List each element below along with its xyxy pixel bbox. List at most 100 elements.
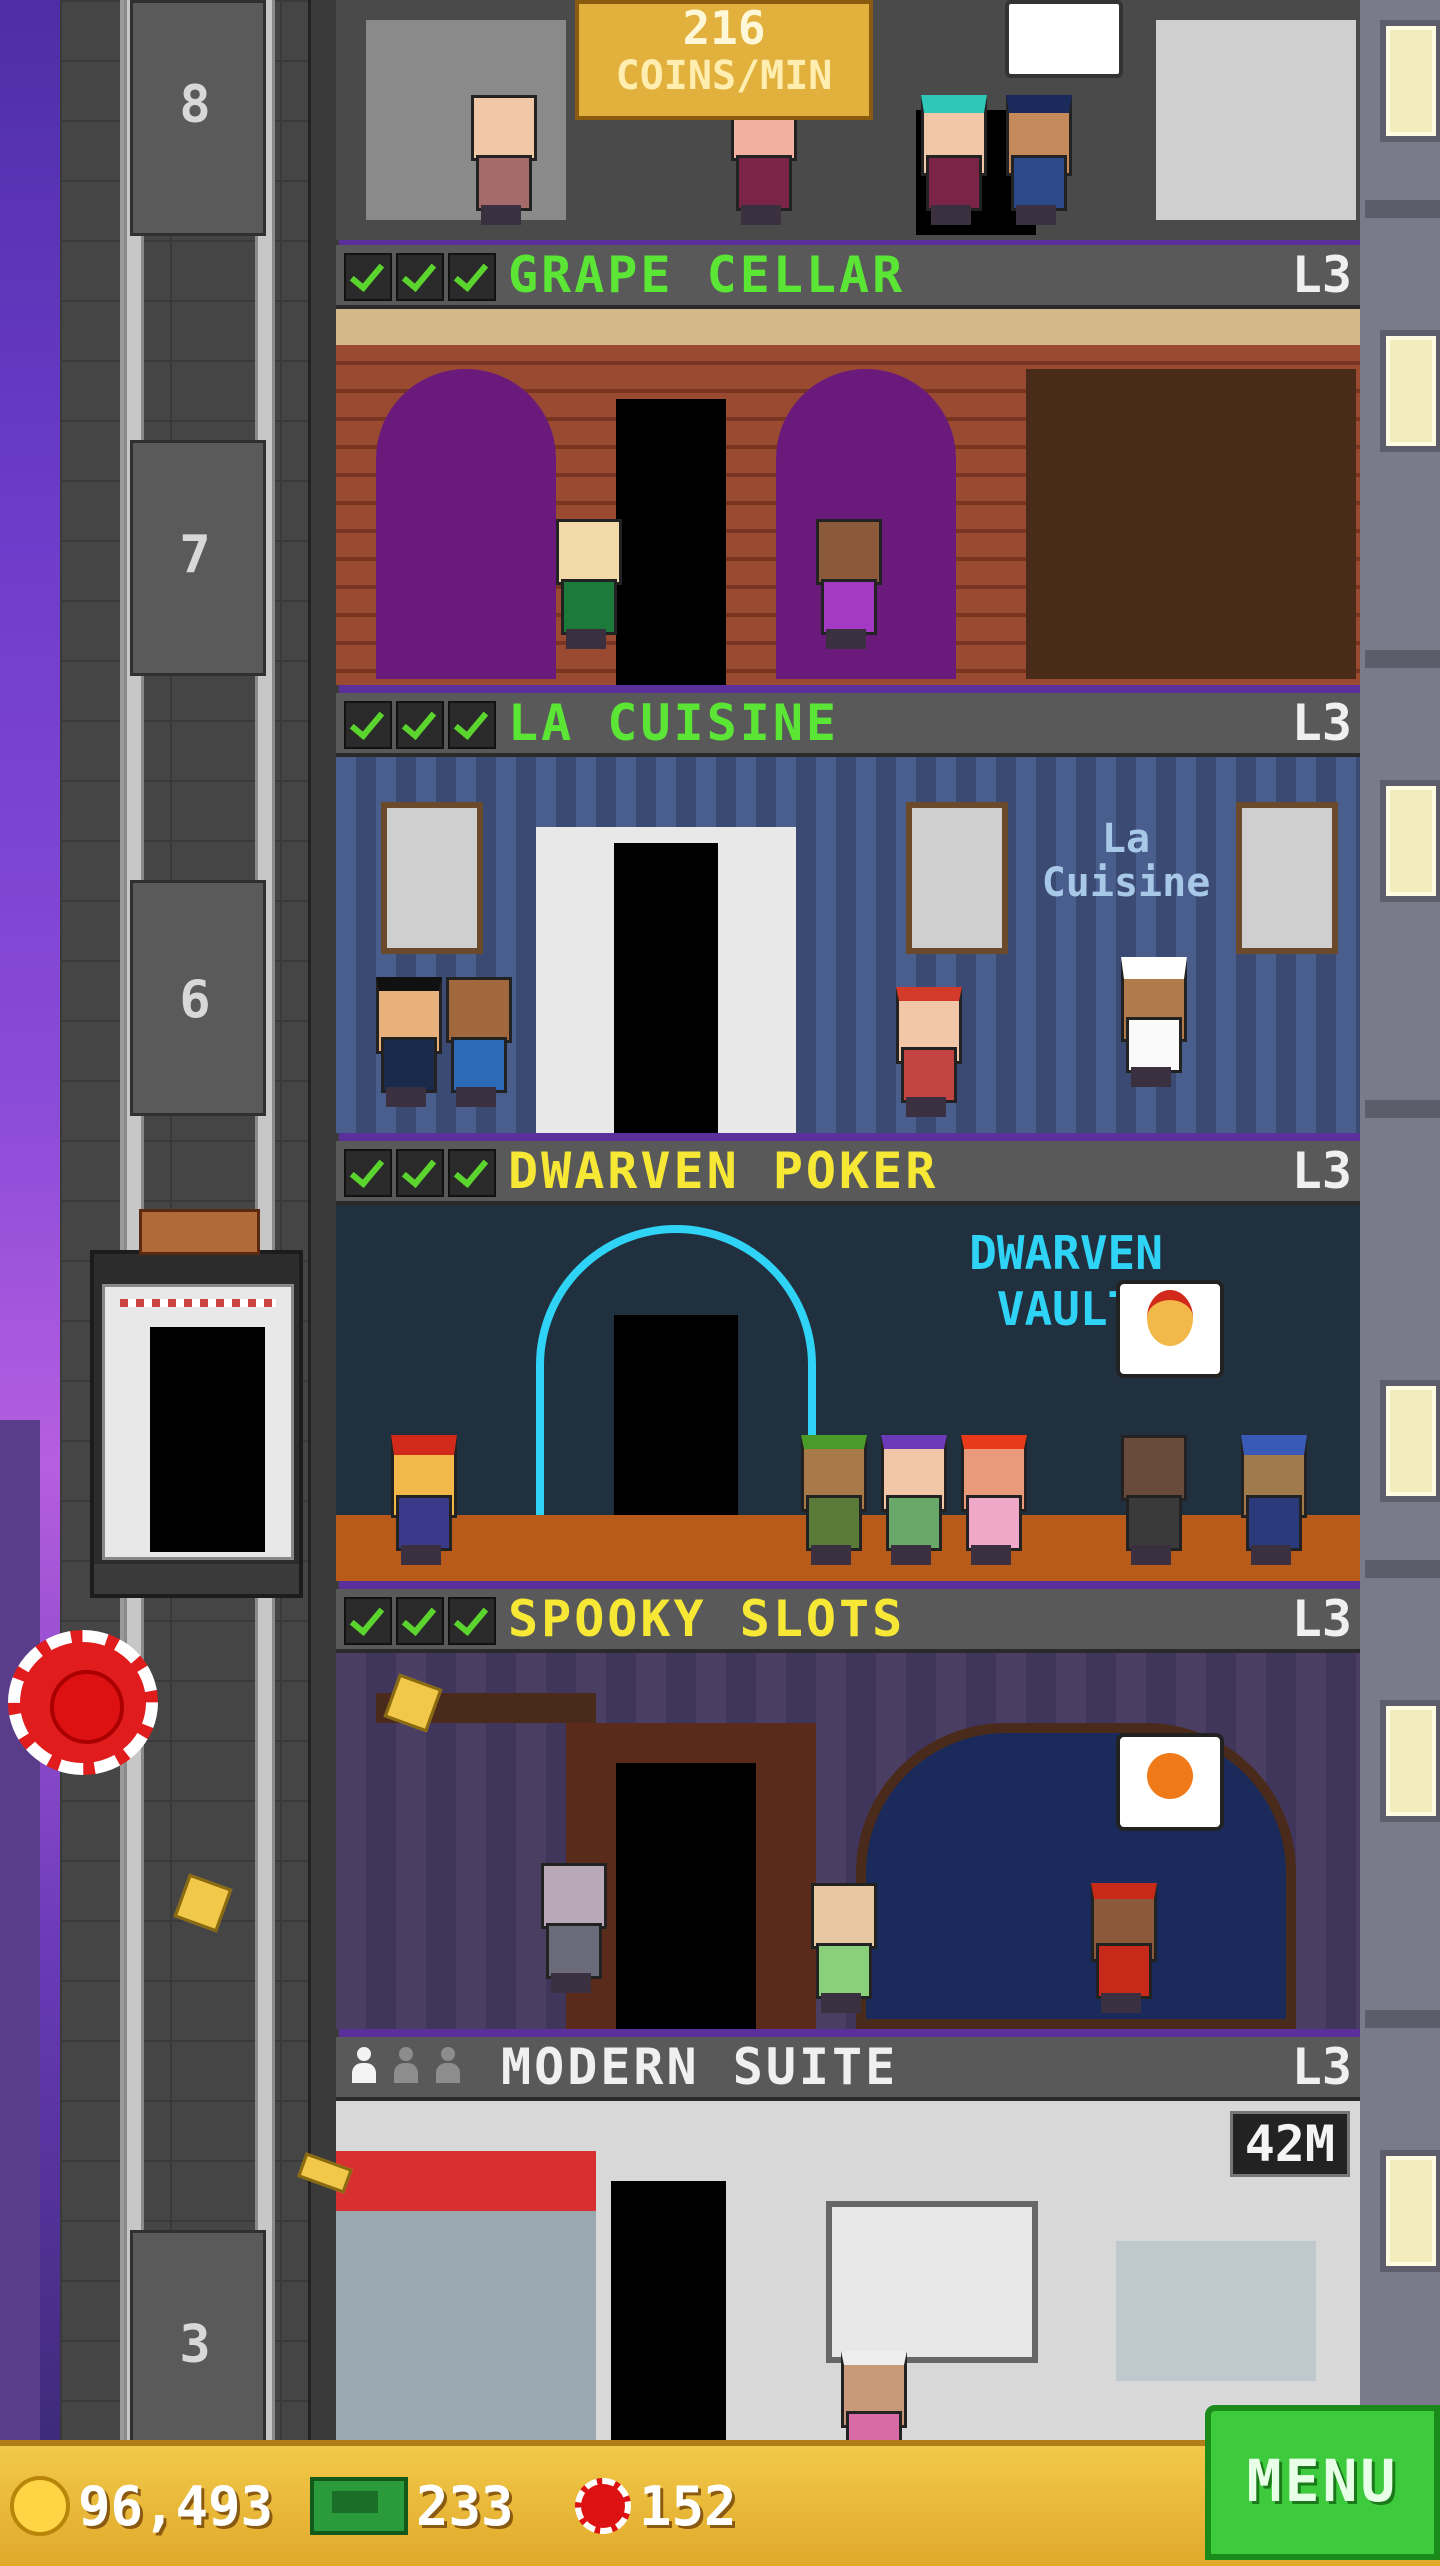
bitizen[interactable] bbox=[876, 1435, 947, 1565]
floor-label-bar: DWARVEN POKER L3 bbox=[336, 1141, 1360, 1205]
city-skyline bbox=[0, 1420, 40, 2440]
dwarf-icon bbox=[1147, 1290, 1193, 1346]
room-interior bbox=[336, 309, 1360, 685]
bitizen-wizard[interactable] bbox=[1236, 1435, 1307, 1565]
stock-checks bbox=[344, 701, 496, 749]
floor-level: L3 bbox=[1291, 1142, 1352, 1200]
floor-modern-suite[interactable]: MODERN SUITE L3 42M bbox=[336, 2037, 1360, 2481]
room-interior bbox=[336, 1653, 1360, 2029]
occupancy-indicator bbox=[348, 2043, 464, 2087]
exterior-ledge bbox=[1365, 1560, 1440, 1578]
exterior-window bbox=[1380, 780, 1440, 902]
red-panel bbox=[336, 2151, 596, 2211]
room-door bbox=[616, 1763, 756, 2029]
floor-level: L3 bbox=[1291, 1590, 1352, 1648]
coins-per-minute-value: 216 bbox=[682, 1, 766, 55]
elevator-door bbox=[150, 1327, 265, 1552]
bux-icon bbox=[310, 2477, 408, 2535]
price-tag: 42M bbox=[1229, 2111, 1350, 2177]
room-door bbox=[616, 399, 726, 685]
floor-name: MODERN SUITE bbox=[501, 2038, 899, 2096]
check-icon bbox=[448, 701, 496, 749]
elevator-cabin bbox=[102, 1284, 294, 1560]
floor-number: 3 bbox=[179, 2315, 211, 2375]
exterior-ledge bbox=[1365, 2010, 1440, 2028]
floor-name: SPOOKY SLOTS bbox=[508, 1590, 906, 1648]
room-interior: La Cuisine bbox=[336, 757, 1360, 1133]
room-interior: 42M bbox=[336, 2101, 1360, 2481]
check-icon bbox=[344, 701, 392, 749]
floor-level: L3 bbox=[1291, 694, 1352, 752]
coin-icon bbox=[10, 2476, 70, 2536]
coins-per-minute-sign: 216 COINS/MIN bbox=[575, 0, 873, 120]
coin-balance[interactable]: 96,493 bbox=[10, 2474, 274, 2538]
bitizen[interactable] bbox=[956, 1435, 1027, 1565]
check-icon bbox=[344, 1149, 392, 1197]
elevator-stripe bbox=[120, 1299, 276, 1307]
check-icon bbox=[396, 701, 444, 749]
resident-icon bbox=[390, 2043, 422, 2087]
floor-grape-cellar[interactable]: GRAPE CELLAR L3 bbox=[336, 245, 1360, 685]
exterior-window bbox=[1380, 1380, 1440, 1502]
chip-balance[interactable]: 152 bbox=[575, 2474, 737, 2538]
bitizen[interactable] bbox=[916, 95, 987, 225]
bitizen[interactable] bbox=[1086, 1883, 1157, 2013]
bitizen[interactable] bbox=[466, 95, 537, 225]
floor-label-bar: LA CUISINE L3 bbox=[336, 693, 1360, 757]
bitizen-zombie[interactable] bbox=[536, 1863, 607, 1993]
bux-count: 233 bbox=[416, 2474, 514, 2538]
floor-la-cuisine[interactable]: LA CUISINE L3 La Cuisine bbox=[336, 693, 1360, 1133]
exterior-window bbox=[1380, 330, 1440, 452]
bitizen[interactable] bbox=[811, 519, 882, 649]
floor-dwarven-poker[interactable]: DWARVEN POKER L3 DWARVEN VAULT bbox=[336, 1141, 1360, 1581]
bitizen-chef[interactable] bbox=[1116, 957, 1187, 1087]
bitizen[interactable] bbox=[891, 987, 962, 1117]
exterior-window bbox=[1380, 2150, 1440, 2272]
floor-label-bar: SPOOKY SLOTS L3 bbox=[336, 1589, 1360, 1653]
floor-name: DWARVEN POKER bbox=[508, 1142, 939, 1200]
floor-number: 6 bbox=[179, 970, 211, 1030]
wall-painting bbox=[381, 802, 483, 954]
speech-bubble[interactable] bbox=[1116, 1733, 1224, 1831]
exterior-ledge bbox=[1365, 200, 1440, 218]
room-door bbox=[614, 843, 718, 1133]
exterior-ledge bbox=[1365, 650, 1440, 668]
speech-bubble[interactable] bbox=[1005, 0, 1123, 78]
wall-painting bbox=[906, 802, 1008, 954]
bitizen[interactable] bbox=[551, 519, 622, 649]
poker-chip-icon[interactable] bbox=[8, 1630, 158, 1775]
elevator-car[interactable] bbox=[90, 1209, 303, 1598]
room-door bbox=[611, 2181, 726, 2440]
bitizen[interactable] bbox=[806, 1883, 877, 2013]
floor-number: 8 bbox=[179, 75, 211, 135]
bitizen[interactable] bbox=[796, 1435, 867, 1565]
bitizen-dwarf[interactable] bbox=[386, 1435, 457, 1565]
menu-button[interactable]: MENU bbox=[1205, 2405, 1440, 2560]
check-icon bbox=[396, 1597, 444, 1645]
floor-spooky-slots[interactable]: SPOOKY SLOTS L3 bbox=[336, 1589, 1360, 2029]
floor-level: L3 bbox=[1291, 246, 1352, 304]
coin-count: 96,493 bbox=[78, 2474, 274, 2538]
chip-count: 152 bbox=[639, 2474, 737, 2538]
floor-name: GRAPE CELLAR bbox=[508, 246, 906, 304]
speech-bubble[interactable] bbox=[1116, 1280, 1224, 1378]
wine-shelf bbox=[1026, 369, 1356, 679]
resident-icon bbox=[348, 2043, 380, 2087]
elevator-base bbox=[94, 1564, 299, 1594]
pumpkin-icon bbox=[1147, 1753, 1193, 1799]
floor-number: 7 bbox=[179, 525, 211, 585]
poker-chip-icon bbox=[575, 2478, 631, 2534]
bitizen[interactable] bbox=[371, 977, 442, 1107]
bux-balance[interactable]: 233 bbox=[310, 2474, 514, 2538]
check-icon bbox=[396, 1149, 444, 1197]
wall-painting bbox=[1236, 802, 1338, 954]
exterior-ledge bbox=[1365, 1100, 1440, 1118]
bitizen[interactable] bbox=[441, 977, 512, 1107]
check-icon bbox=[344, 253, 392, 301]
bitizen[interactable] bbox=[1116, 1435, 1187, 1565]
awning bbox=[336, 309, 1360, 345]
bitizen-police[interactable] bbox=[1001, 95, 1072, 225]
check-icon bbox=[448, 1149, 496, 1197]
check-icon bbox=[344, 1597, 392, 1645]
resident-icon bbox=[432, 2043, 464, 2087]
